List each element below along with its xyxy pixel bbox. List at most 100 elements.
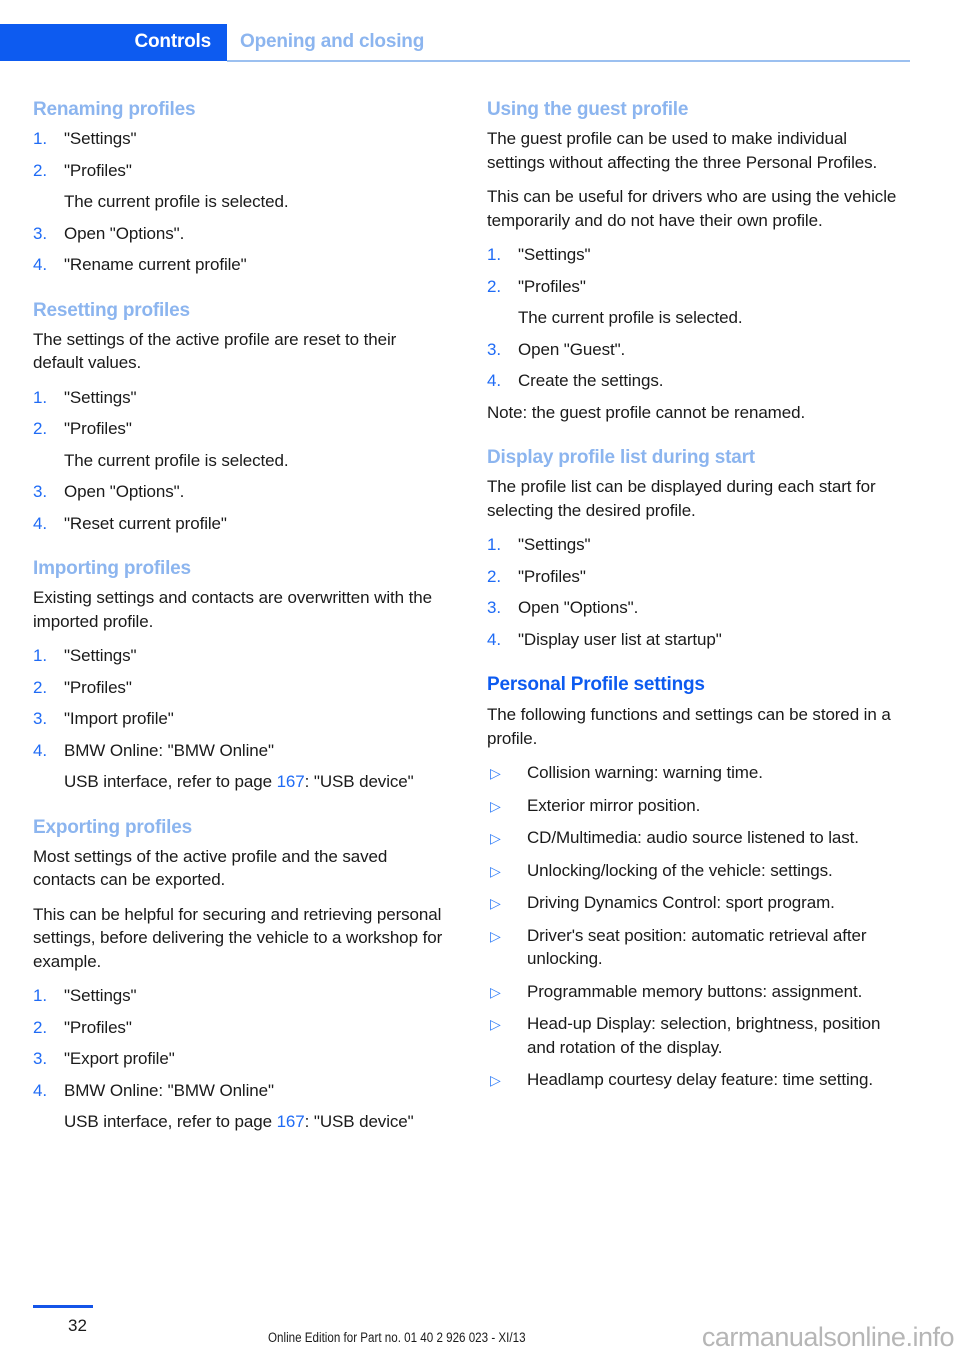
triangle-bullet-icon: ▷ [490, 862, 501, 879]
section-personal-profile-settings: Personal Profile settings The following … [487, 673, 902, 1092]
section-renaming-profiles: Renaming profiles 1. "Settings" 2. "Profil… [33, 98, 448, 277]
step-note-text: The current profile is selected. [64, 192, 289, 211]
steps-using-guest-profile: 1. "Settings" 2. "Profiles" The current pr… [487, 243, 902, 393]
left-column: Renaming profiles 1. "Settings" 2. "Profil… [33, 98, 448, 1142]
step-number: 3. [487, 339, 501, 359]
paragraph-exporting-intro: Most settings of the active profile and … [33, 846, 388, 890]
paragraph-guest-intro2: This can be useful for drivers who are u… [487, 187, 897, 230]
step-item: 1. "Settings" [33, 644, 448, 668]
step-item: 2. "Profiles" [487, 565, 902, 589]
step-item: 4. "Reset current profile" [33, 512, 448, 536]
step-text: "Export profile" [64, 1049, 175, 1068]
header-chapter-label: Controls [134, 31, 211, 52]
bullet-item: ▷ Collision warning: warning time. [487, 761, 902, 785]
step-text: "Rename current profile" [64, 255, 247, 274]
paragraph-exporting-intro2: This can be helpful for securing and ret… [33, 904, 443, 971]
heading-exporting-profiles: Exporting profiles [33, 816, 192, 838]
step-text: BMW Online: "BMW Online" [64, 740, 274, 760]
triangle-bullet-icon: ▷ [490, 797, 501, 814]
step-text: "Settings" [64, 986, 137, 1005]
step-number: 4. [487, 629, 501, 649]
triangle-bullet-icon: ▷ [490, 765, 501, 781]
bullet-item: ▷ Head-up Display: selection, brightness,… [487, 1012, 902, 1059]
step-item: 1. "Settings" [33, 984, 448, 1008]
step-item: 1. "Settings" [33, 127, 448, 151]
bullet-text: Driver's seat position: automatic retrie… [527, 925, 867, 969]
step-number: 1. [33, 387, 47, 407]
bullet-text: CD/Multimedia: audio source listened to … [527, 828, 859, 847]
step-text: "Profiles" [518, 566, 586, 586]
steps-importing-profiles: 1. "Settings" 2. "Profiles" 3. "Import prof… [33, 644, 448, 794]
step-text: "Profiles" [64, 1017, 132, 1037]
xref-suffix: : "USB device" [304, 772, 414, 791]
step-number: 4. [33, 740, 47, 760]
section-using-guest-profile: Using the guest profile The guest profil… [487, 98, 902, 424]
footer-divider-rule [33, 1305, 93, 1308]
bullet-text: Programmable memory buttons: assignment. [527, 981, 863, 1001]
header-section-label: Opening and closing [240, 31, 425, 52]
step-xref-note: USB interface, refer to page 167: "USB d… [33, 770, 448, 794]
step-number: 3. [487, 598, 501, 617]
page-number: 32 [68, 1316, 87, 1335]
step-number: 1. [487, 245, 501, 264]
step-item: 4. BMW Online: "BMW Online" [33, 739, 448, 763]
step-item: 1. "Settings" [487, 533, 902, 557]
step-note-text: The current profile is selected. [518, 308, 743, 327]
bullet-text: Exterior mirror position. [527, 795, 701, 815]
xref-prefix: USB interface, refer to page [64, 772, 277, 791]
step-number: 4. [33, 513, 47, 533]
step-text: Open "Options". [64, 223, 185, 243]
step-number: 2. [487, 276, 501, 296]
heading-personal-profile-settings: Personal Profile settings [487, 674, 705, 695]
step-text: "Settings" [64, 646, 137, 665]
triangle-bullet-icon: ▷ [490, 830, 501, 846]
bullet-item: ▷ Driving Dynamics Control: sport program… [487, 891, 902, 915]
bullet-item: ▷ Headlamp courtesy delay feature: time s… [487, 1068, 902, 1092]
step-item: 4. BMW Online: "BMW Online" [33, 1079, 448, 1103]
bullet-text: Head-up Display: selection, brightness, … [527, 1014, 881, 1057]
step-text: Open "Options". [64, 482, 185, 501]
section-importing-profiles: Importing profiles Existing settings and… [33, 557, 448, 794]
step-note: The current profile is selected. [487, 306, 902, 330]
xref-prefix: USB interface, refer to page [64, 1112, 277, 1131]
page-cross-reference[interactable]: 167 [277, 1112, 305, 1131]
step-text: "Settings" [64, 129, 137, 148]
step-xref-note: USB interface, refer to page 167: "USB d… [33, 1110, 448, 1134]
page-header: Controls Opening and closing [0, 0, 960, 70]
step-number: 3. [33, 709, 47, 728]
header-divider-rule [227, 60, 910, 62]
step-text: "Display user list at startup" [518, 629, 722, 649]
step-number: 1. [487, 535, 501, 554]
triangle-bullet-icon: ▷ [490, 983, 501, 1000]
heading-using-guest-profile: Using the guest profile [487, 99, 689, 120]
step-number: 3. [33, 482, 47, 501]
triangle-bullet-icon: ▷ [490, 927, 501, 944]
bullet-text: Driving Dynamics Control: sport program. [527, 893, 835, 912]
page-cross-reference[interactable]: 167 [277, 772, 305, 791]
steps-renaming-profiles: 1. "Settings" 2. "Profiles" The current pr… [33, 127, 448, 277]
bullet-item: ▷ Unlocking/locking of the vehicle: setti… [487, 859, 902, 883]
paragraph-guest-outro: Note: the guest profile cannot be rename… [487, 402, 806, 422]
bullet-text: Collision warning: warning time. [527, 763, 763, 782]
watermark-text: carmanualsonline.info [701, 1322, 955, 1352]
step-item: 3. Open "Guest". [487, 338, 902, 362]
step-note-text: The current profile is selected. [64, 450, 289, 470]
step-item: 1. "Settings" [487, 243, 902, 267]
step-number: 4. [33, 255, 47, 274]
step-item: 2. "Profiles" [33, 159, 448, 183]
step-text: Create the settings. [518, 371, 664, 390]
step-item: 4. Create the settings. [487, 369, 902, 393]
step-item: 3. "Export profile" [33, 1047, 448, 1071]
bullet-item: ▷ CD/Multimedia: audio source listened to… [487, 826, 902, 850]
triangle-bullet-icon: ▷ [490, 895, 501, 911]
step-number: 2. [33, 1017, 47, 1037]
section-exporting-profiles: Exporting profiles Most settings of the … [33, 816, 448, 1134]
step-text: Open "Options". [518, 598, 639, 617]
bullet-item: ▷ Programmable memory buttons: assignment… [487, 980, 902, 1004]
triangle-bullet-icon: ▷ [490, 1072, 501, 1088]
heading-resetting-profiles: Resetting profiles [33, 299, 190, 321]
step-number: 2. [33, 160, 47, 180]
paragraph-importing-intro: Existing settings and contacts are overw… [33, 588, 432, 631]
steps-resetting-profiles: 1. "Settings" 2. "Profiles" The current pr… [33, 386, 448, 536]
step-item: 2. "Profiles" [33, 676, 448, 700]
